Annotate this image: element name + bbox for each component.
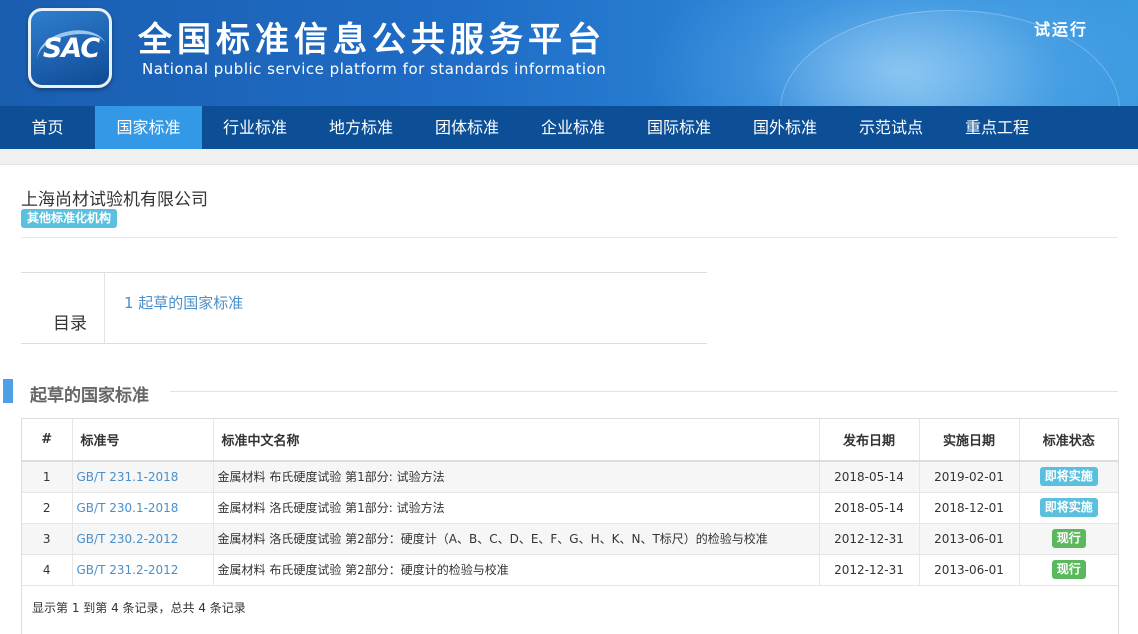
nav-item-key-project[interactable]: 重点工程: [944, 106, 1050, 149]
site-title: 全国标准信息公共服务平台: [138, 20, 606, 60]
status-badge: 现行: [1051, 529, 1086, 548]
row-name: 金属材料 洛氏硬度试验 第2部分：硬度计（A、B、C、D、E、F、G、H、K、N…: [213, 523, 820, 555]
row-code-link[interactable]: GB/T 231.2-2012: [72, 554, 214, 586]
status-badge: 即将实施: [1039, 498, 1098, 517]
row-impl-date: 2018-12-01: [919, 492, 1020, 524]
row-code-link[interactable]: GB/T 230.2-2012: [72, 523, 214, 555]
trial-label: 试运行: [1034, 20, 1089, 39]
toc-label: 目录: [53, 314, 87, 334]
nav-item-home[interactable]: 首页: [0, 106, 95, 149]
row-publish-date: 2018-05-14: [819, 461, 920, 493]
org-name: 上海尚材试验机有限公司: [21, 190, 208, 210]
row-publish-date: 2012-12-31: [819, 554, 920, 586]
row-code-link[interactable]: GB/T 230.1-2018: [72, 492, 214, 524]
divider: [21, 237, 1118, 238]
row-index: 3: [22, 523, 73, 555]
logo-text: SAC: [42, 33, 100, 64]
header-banner: SAC 全国标准信息公共服务平台 National public service…: [0, 0, 1138, 106]
content-panel: 上海尚材试验机有限公司 其他标准化机构 目录 1 起草的国家标准 起草的国家标准…: [0, 164, 1138, 634]
row-index: 1: [22, 461, 73, 493]
table-header-row: # 标准号 标准中文名称 发布日期 实施日期 标准状态: [22, 419, 1118, 462]
row-status-cell: 即将实施: [1019, 461, 1118, 493]
col-impl-date[interactable]: 实施日期: [919, 419, 1020, 462]
nav-item-pilot[interactable]: 示范试点: [838, 106, 944, 149]
nav-item-international[interactable]: 国际标准: [626, 106, 732, 149]
pagination-summary: 显示第 1 到第 4 条记录，总共 4 条记录: [32, 601, 246, 615]
section-title: 起草的国家标准: [30, 386, 149, 406]
standards-table: # 标准号 标准中文名称 发布日期 实施日期 标准状态 1 GB/T 231.1…: [22, 419, 1118, 586]
nav-item-group[interactable]: 团体标准: [414, 106, 520, 149]
row-impl-date: 2013-06-01: [919, 523, 1020, 555]
sac-logo[interactable]: SAC: [28, 8, 112, 88]
nav-item-enterprise[interactable]: 企业标准: [520, 106, 626, 149]
section-marker: [3, 379, 13, 403]
toc-box: 目录 1 起草的国家标准: [21, 272, 707, 344]
row-publish-date: 2012-12-31: [819, 523, 920, 555]
row-name: 金属材料 布氏硬度试验 第1部分: 试验方法: [213, 461, 820, 493]
nav-item-local[interactable]: 地方标准: [308, 106, 414, 149]
table-row[interactable]: 3 GB/T 230.2-2012 金属材料 洛氏硬度试验 第2部分：硬度计（A…: [22, 523, 1118, 555]
row-status-cell: 即将实施: [1019, 492, 1118, 524]
row-index: 2: [22, 492, 73, 524]
status-badge: 现行: [1051, 560, 1086, 579]
table-row[interactable]: 2 GB/T 230.1-2018 金属材料 洛氏硬度试验 第1部分: 试验方法…: [22, 492, 1118, 524]
table-row[interactable]: 1 GB/T 231.1-2018 金属材料 布氏硬度试验 第1部分: 试验方法…: [22, 461, 1118, 493]
main-nav: 首页 国家标准 行业标准 地方标准 团体标准 企业标准 国际标准 国外标准 示范…: [0, 106, 1138, 149]
col-index: #: [22, 419, 73, 462]
col-name[interactable]: 标准中文名称: [213, 419, 820, 462]
row-name: 金属材料 布氏硬度试验 第2部分：硬度计的检验与校准: [213, 554, 820, 586]
standards-table-wrap: # 标准号 标准中文名称 发布日期 实施日期 标准状态 1 GB/T 231.1…: [21, 418, 1119, 634]
table-body: 1 GB/T 231.1-2018 金属材料 布氏硬度试验 第1部分: 试验方法…: [22, 461, 1118, 586]
row-name: 金属材料 洛氏硬度试验 第1部分: 试验方法: [213, 492, 820, 524]
row-impl-date: 2013-06-01: [919, 554, 1020, 586]
nav-item-industry[interactable]: 行业标准: [202, 106, 308, 149]
toc-label-cell: 目录: [21, 273, 105, 343]
org-type-badge: 其他标准化机构: [21, 209, 118, 228]
col-status[interactable]: 标准状态: [1019, 419, 1118, 462]
row-publish-date: 2018-05-14: [819, 492, 920, 524]
row-status-cell: 现行: [1019, 554, 1118, 586]
section-divider: [170, 391, 1118, 392]
col-publish-date[interactable]: 发布日期: [819, 419, 920, 462]
site-subtitle: National public service platform for sta…: [142, 60, 607, 78]
row-index: 4: [22, 554, 73, 586]
row-status-cell: 现行: [1019, 523, 1118, 555]
toc-link-drafted[interactable]: 1 起草的国家标准: [124, 292, 243, 313]
status-badge: 即将实施: [1039, 467, 1098, 487]
row-impl-date: 2019-02-01: [919, 461, 1020, 493]
table-row[interactable]: 4 GB/T 231.2-2012 金属材料 布氏硬度试验 第2部分：硬度计的检…: [22, 554, 1118, 586]
row-code-link[interactable]: GB/T 231.1-2018: [72, 461, 214, 493]
nav-item-foreign[interactable]: 国外标准: [732, 106, 838, 149]
col-code[interactable]: 标准号: [72, 419, 214, 462]
nav-item-national[interactable]: 国家标准: [95, 106, 202, 149]
